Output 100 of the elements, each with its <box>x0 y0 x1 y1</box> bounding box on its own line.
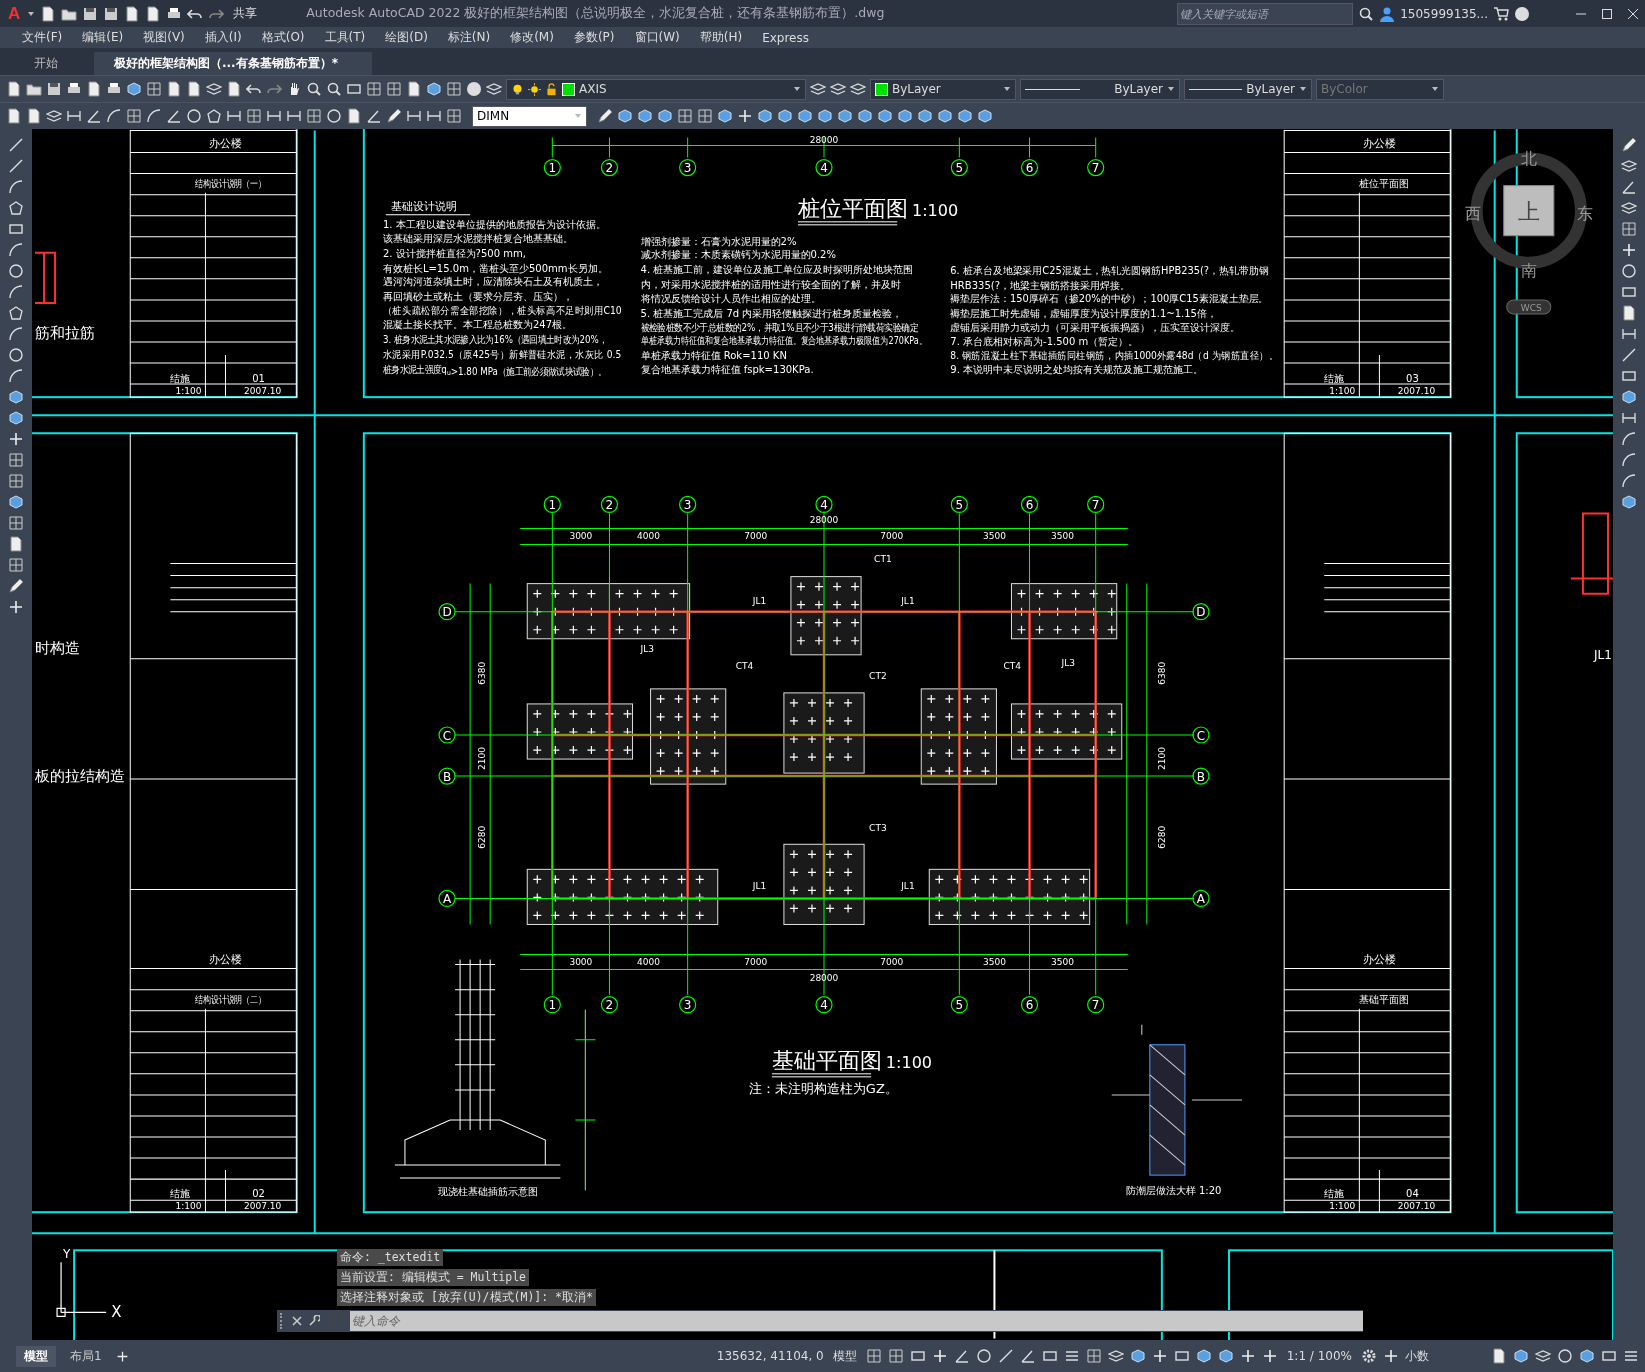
pencil-icon[interactable] <box>8 578 24 594</box>
cart-icon[interactable] <box>1493 5 1509 22</box>
menu-item[interactable]: 工具(T) <box>314 29 376 46</box>
line-icon[interactable] <box>1621 347 1637 363</box>
grid-icon[interactable] <box>8 515 24 531</box>
menu-item[interactable]: 参数(P) <box>563 29 625 46</box>
pencil-icon[interactable] <box>597 108 613 124</box>
plus-icon[interactable] <box>1383 1348 1399 1364</box>
wrench-icon[interactable] <box>308 1315 320 1327</box>
line-icon[interactable] <box>997 1348 1014 1364</box>
arc-icon[interactable] <box>146 108 162 124</box>
document-icon[interactable] <box>406 81 422 97</box>
caret-icon[interactable] <box>27 9 36 18</box>
grid-icon[interactable] <box>306 108 322 124</box>
share-button[interactable]: 共享 <box>229 5 262 22</box>
circle-icon[interactable] <box>186 108 202 124</box>
arc-icon[interactable] <box>1621 473 1637 489</box>
linetype-dropdown[interactable]: ByLayer <box>1020 78 1180 100</box>
menu-item[interactable]: 绘图(D) <box>375 29 438 46</box>
arc-icon[interactable] <box>1621 452 1637 468</box>
pencil-icon[interactable] <box>386 108 402 124</box>
grid-icon[interactable] <box>865 1348 882 1364</box>
annotation-scale-button[interactable]: 1:1 / 100% <box>1283 1349 1355 1363</box>
document-icon[interactable] <box>124 5 141 22</box>
caret-icon[interactable] <box>793 85 801 93</box>
grid-icon[interactable] <box>1621 221 1637 237</box>
menu-item[interactable]: 编辑(E) <box>72 29 134 46</box>
save-icon[interactable] <box>46 81 62 97</box>
plus-icon[interactable] <box>115 1349 129 1363</box>
menu-icon[interactable] <box>1623 1348 1639 1364</box>
search-icon[interactable] <box>1358 5 1375 22</box>
angle-icon[interactable] <box>953 1348 970 1364</box>
dimension-icon[interactable] <box>266 108 282 124</box>
layers-icon[interactable] <box>206 81 222 97</box>
save-icon[interactable] <box>103 5 120 22</box>
plus-icon[interactable] <box>8 599 24 615</box>
close-icon[interactable] <box>1627 7 1639 20</box>
grid-icon[interactable] <box>246 108 262 124</box>
line-icon[interactable] <box>8 137 24 153</box>
search-icon[interactable] <box>326 81 342 97</box>
grid-icon[interactable] <box>126 108 142 124</box>
plus-icon[interactable] <box>1239 1348 1256 1364</box>
caret-icon[interactable] <box>1167 85 1175 93</box>
grid-icon[interactable] <box>8 452 24 468</box>
plus-icon[interactable] <box>8 431 24 447</box>
circle-icon[interactable] <box>8 347 24 363</box>
arc-icon[interactable] <box>8 326 24 342</box>
arc-icon[interactable] <box>8 368 24 384</box>
menu-item[interactable]: 格式(O) <box>251 29 315 46</box>
search-field[interactable]: 键入关键字或短语 <box>1177 2 1354 25</box>
document-icon[interactable] <box>1491 1348 1507 1364</box>
angle-icon[interactable] <box>366 108 382 124</box>
layers-icon[interactable] <box>810 81 826 97</box>
layers-icon[interactable] <box>1621 200 1637 216</box>
circle-icon[interactable] <box>975 1348 992 1364</box>
arc-icon[interactable] <box>8 179 24 195</box>
angle-icon[interactable] <box>1019 1348 1036 1364</box>
layers-icon[interactable] <box>830 81 846 97</box>
grid-icon[interactable] <box>446 108 462 124</box>
polygon-icon[interactable] <box>8 305 24 321</box>
dimension-icon[interactable] <box>1621 410 1637 426</box>
caret-icon[interactable] <box>1003 85 1011 93</box>
file-tab[interactable]: 开始 <box>14 52 92 75</box>
circle-icon[interactable] <box>326 108 342 124</box>
dimension-style-dropdown[interactable]: DIMN <box>472 105 587 127</box>
rectangle-icon[interactable] <box>1173 1348 1190 1364</box>
maximize-icon[interactable] <box>1601 7 1613 20</box>
grid-icon[interactable] <box>697 108 713 124</box>
grid-icon[interactable] <box>366 81 382 97</box>
arc-icon[interactable] <box>8 242 24 258</box>
layers-icon[interactable] <box>1107 1348 1124 1364</box>
rectangle-icon[interactable] <box>346 81 362 97</box>
dimension-icon[interactable] <box>286 108 302 124</box>
plus-icon[interactable] <box>737 108 753 124</box>
arc-icon[interactable] <box>1621 431 1637 447</box>
angle-icon[interactable] <box>166 108 182 124</box>
layers-icon[interactable] <box>850 81 866 97</box>
plus-icon[interactable] <box>1621 242 1637 258</box>
rectangle-icon[interactable] <box>909 1348 926 1364</box>
arc-icon[interactable] <box>106 108 122 124</box>
circle-icon[interactable] <box>1621 263 1637 279</box>
menu-item[interactable]: Express <box>752 30 819 45</box>
layout-tab[interactable]: 模型 <box>16 1345 56 1367</box>
polygon-icon[interactable] <box>206 108 222 124</box>
folder-icon[interactable] <box>26 81 42 97</box>
menu-icon[interactable] <box>1063 1348 1080 1364</box>
circle-icon[interactable] <box>8 263 24 279</box>
grid-icon[interactable] <box>8 557 24 573</box>
user-name[interactable]: 1505999135... <box>1400 6 1488 21</box>
dimension-icon[interactable] <box>226 108 242 124</box>
layout-tab[interactable]: 布局1 <box>62 1345 110 1367</box>
model-space-button[interactable]: 模型 <box>829 1347 860 1365</box>
document-icon[interactable] <box>166 81 182 97</box>
arc-icon[interactable] <box>8 284 24 300</box>
grid-icon[interactable] <box>677 108 693 124</box>
settings-icon[interactable] <box>1361 1348 1377 1364</box>
document-icon[interactable] <box>346 108 362 124</box>
menu-item[interactable]: 文件(F) <box>12 29 73 46</box>
grid-icon[interactable] <box>1085 1348 1102 1364</box>
grid-icon[interactable] <box>146 81 162 97</box>
